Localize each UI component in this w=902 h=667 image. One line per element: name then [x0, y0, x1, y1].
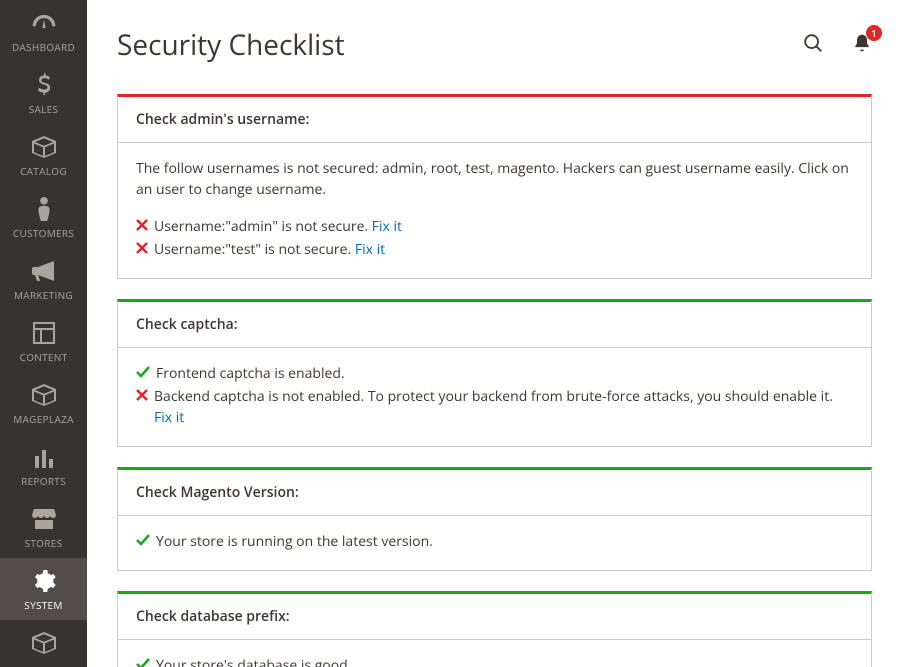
checklist-card: Check database prefix: Your store's datab… [117, 591, 872, 667]
check-item: Your store's database is good. [136, 655, 853, 667]
sidebar-item-label: DASHBOARD [12, 40, 75, 54]
sidebar-item-system[interactable]: SYSTEM [0, 558, 87, 620]
check-text: Username:"test" is not secure. Fix it [154, 239, 385, 260]
card-title: Check captcha: [118, 302, 871, 348]
check-item: Username:"admin" is not secure. Fix it [136, 216, 853, 237]
gear-icon [32, 568, 56, 594]
layout-icon [33, 320, 55, 346]
person-icon [36, 196, 52, 222]
page-title: Security Checklist [117, 26, 345, 64]
sidebar-item-dashboard[interactable]: DASHBOARD [0, 0, 87, 62]
sidebar-item-sales[interactable]: SALES [0, 62, 87, 124]
sidebar-item-more[interactable] [0, 620, 87, 667]
card-title: Check admin's username: [118, 97, 871, 143]
check-icon [136, 534, 150, 546]
sidebar-item-label: SALES [29, 102, 59, 116]
checklist-card: Check admin's username: The follow userna… [117, 94, 872, 279]
box-icon [32, 382, 56, 408]
fix-it-link[interactable]: Fix it [355, 240, 385, 259]
box-icon [32, 134, 56, 160]
sidebar-item-reports[interactable]: REPORTS [0, 434, 87, 496]
main-content: Security Checklist 1 Check admin's usern… [87, 0, 902, 667]
cross-icon [136, 389, 148, 401]
topbar: Security Checklist 1 [117, 26, 872, 64]
cross-icon [136, 219, 148, 231]
bars-icon [33, 444, 55, 470]
sidebar-item-label: MARKETING [14, 288, 73, 302]
megaphone-icon [32, 258, 56, 284]
fix-it-link[interactable]: Fix it [372, 217, 402, 236]
check-text: Your store's database is good. [156, 655, 351, 667]
fix-it-link[interactable]: Fix it [154, 408, 184, 427]
top-actions: 1 [802, 32, 872, 59]
check-text: Frontend captcha is enabled. [156, 363, 345, 384]
sidebar-item-catalog[interactable]: CATALOG [0, 124, 87, 186]
sidebar-item-label: SYSTEM [24, 598, 62, 612]
sidebar-item-label: CATALOG [20, 164, 67, 178]
check-item: Backend captcha is not enabled. To prote… [136, 386, 853, 428]
notification-badge: 1 [866, 25, 882, 41]
sidebar-item-label: STORES [25, 536, 63, 550]
check-text: Username:"admin" is not secure. Fix it [154, 216, 402, 237]
check-item: Frontend captcha is enabled. [136, 363, 853, 384]
sidebar-item-label: CONTENT [20, 350, 68, 364]
cross-icon [136, 242, 148, 254]
sidebar-item-label: REPORTS [21, 474, 66, 488]
sidebar-item-customers[interactable]: CUSTOMERS [0, 186, 87, 248]
dashboard-icon [31, 10, 57, 36]
sidebar: DASHBOARD SALES CATALOG CUSTOMERS MARKETING C… [0, 0, 87, 667]
check-item: Username:"test" is not secure. Fix it [136, 239, 853, 260]
card-title: Check database prefix: [118, 594, 871, 640]
sidebar-item-marketing[interactable]: MARKETING [0, 248, 87, 310]
check-icon [136, 658, 150, 667]
card-title: Check Magento Version: [118, 470, 871, 516]
dollar-icon [35, 72, 53, 98]
check-text: Backend captcha is not enabled. To prote… [154, 386, 853, 428]
check-icon [136, 366, 150, 378]
check-item: Your store is running on the latest vers… [136, 531, 853, 552]
card-description: The follow usernames is not secured: adm… [136, 158, 853, 200]
box-icon [32, 630, 56, 656]
sidebar-item-stores[interactable]: STORES [0, 496, 87, 558]
checklist-card: Check Magento Version: Your store is runn… [117, 467, 872, 571]
notifications-icon[interactable]: 1 [852, 33, 872, 58]
sidebar-item-label: CUSTOMERS [13, 226, 74, 240]
check-text: Your store is running on the latest vers… [156, 531, 433, 552]
checklist-card: Check captcha: Frontend captcha is enable… [117, 299, 872, 447]
search-icon[interactable] [802, 32, 824, 59]
sidebar-item-mageplaza[interactable]: MAGEPLAZA [0, 372, 87, 434]
sidebar-item-label: MAGEPLAZA [13, 412, 73, 426]
stores-icon [32, 506, 56, 532]
sidebar-item-content[interactable]: CONTENT [0, 310, 87, 372]
